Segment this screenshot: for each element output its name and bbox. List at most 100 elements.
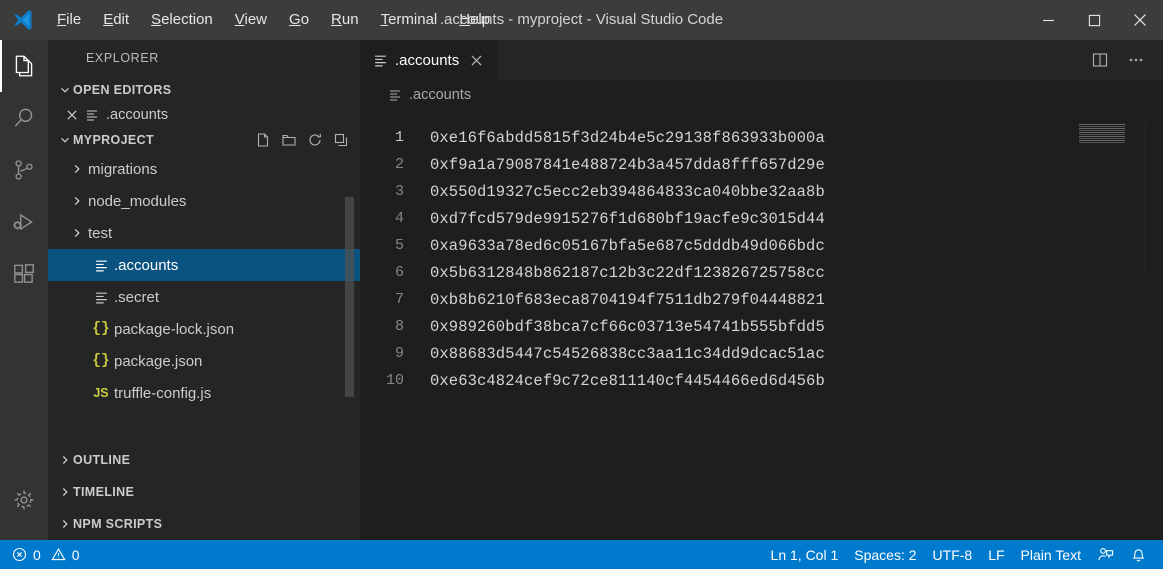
file-tree: migrations node_modules test .accounts .… — [48, 153, 360, 411]
tree-label: .secret — [114, 288, 160, 306]
section-outline-label: OUTLINE — [73, 453, 131, 467]
bell-icon — [1130, 546, 1147, 563]
tree-label: truffle-config.js — [114, 384, 212, 402]
status-feedback[interactable] — [1089, 540, 1122, 569]
tree-row-secret[interactable]: .secret — [48, 281, 360, 313]
ellipsis-icon[interactable] — [1121, 45, 1151, 75]
close-icon[interactable] — [1117, 0, 1163, 40]
activity-search-icon[interactable] — [0, 92, 48, 144]
menu-terminal[interactable]: Terminal — [370, 0, 449, 40]
chevron-right-icon — [56, 518, 73, 530]
menu-run[interactable]: Run — [320, 0, 370, 40]
collapse-all-icon[interactable] — [330, 129, 352, 151]
open-editor-item[interactable]: .accounts — [48, 103, 360, 127]
error-count: 0 — [33, 546, 41, 563]
split-editor-icon[interactable] — [1085, 45, 1115, 75]
section-open-editors-label: OPEN EDITORS — [73, 83, 172, 97]
line-content: 0xf9a1a79087841e488724b3a457dda8fff657d2… — [430, 155, 825, 174]
section-npm-scripts[interactable]: NPM SCRIPTS — [48, 508, 360, 540]
section-npm-scripts-label: NPM SCRIPTS — [73, 517, 163, 531]
line-number: 7 — [394, 291, 404, 308]
status-language-mode[interactable]: Plain Text — [1013, 540, 1089, 569]
chevron-down-icon — [56, 134, 73, 146]
tree-label: package-lock.json — [114, 320, 235, 338]
vscode-window: File Edit Selection View Go Run Terminal… — [0, 0, 1163, 569]
status-bar: 0 0 Ln 1, Col 1 Spaces: 2 UTF-8 LF Plain… — [0, 540, 1163, 569]
open-editor-label: .accounts — [106, 107, 169, 123]
line-number: 2 — [394, 156, 404, 173]
minimize-icon[interactable] — [1025, 0, 1071, 40]
breadcrumb[interactable]: .accounts — [360, 80, 1163, 110]
file-text-icon — [388, 88, 402, 102]
status-indentation[interactable]: Spaces: 2 — [846, 540, 924, 569]
line-number: 6 — [394, 264, 404, 281]
tree-row-accounts[interactable]: .accounts — [48, 249, 360, 281]
code-line: 4 0xd7fcd579de9915276f1d680bf19acfe9c301… — [360, 205, 1163, 232]
menu-go[interactable]: Go — [278, 0, 320, 40]
line-content: 0x5b6312848b862187c12b3c22df123826725758… — [430, 263, 825, 282]
tree-row-truffle-config-js[interactable]: JS truffle-config.js — [48, 377, 360, 409]
sidebar-scrollbar[interactable] — [345, 197, 354, 397]
section-open-editors[interactable]: OPEN EDITORS — [48, 77, 360, 103]
section-outline[interactable]: OUTLINE — [48, 444, 360, 476]
status-problems[interactable]: 0 0 — [10, 540, 88, 569]
activity-extensions-icon[interactable] — [0, 248, 48, 300]
line-number: 5 — [394, 237, 404, 254]
section-timeline-label: TIMELINE — [73, 485, 135, 499]
line-number: 3 — [394, 183, 404, 200]
close-icon[interactable] — [62, 109, 82, 121]
tab-accounts[interactable]: .accounts — [360, 40, 500, 80]
new-folder-icon[interactable] — [278, 129, 300, 151]
status-bar-right: Ln 1, Col 1 Spaces: 2 UTF-8 LF Plain Tex… — [763, 540, 1163, 569]
status-encoding[interactable]: UTF-8 — [925, 540, 981, 569]
tree-row-test[interactable]: test — [48, 217, 360, 249]
chevron-right-icon — [56, 454, 73, 466]
file-text-icon — [88, 290, 114, 305]
workbench-body: EXPLORER OPEN EDITORS .accounts MYPROJEC… — [0, 40, 1163, 540]
menu-view[interactable]: View — [224, 0, 278, 40]
editor-tabs-bar: .accounts — [360, 40, 1163, 80]
refresh-icon[interactable] — [304, 129, 326, 151]
activity-explorer-files-icon[interactable] — [0, 40, 48, 92]
activity-run-debug-icon[interactable] — [0, 196, 48, 248]
section-myproject[interactable]: MYPROJECT — [48, 127, 360, 153]
status-notifications[interactable] — [1122, 540, 1155, 569]
sidebar-bottom-sections: OUTLINE TIMELINE NPM SCRIPTS — [48, 444, 360, 540]
status-bar-left: 0 0 — [0, 540, 88, 569]
status-eol[interactable]: LF — [980, 540, 1012, 569]
tree-row-package-lock-json[interactable]: {} package-lock.json — [48, 313, 360, 345]
close-icon[interactable] — [466, 50, 486, 70]
line-number: 10 — [385, 372, 404, 389]
maximize-icon[interactable] — [1071, 0, 1117, 40]
json-icon: {} — [92, 353, 110, 369]
menu-edit[interactable]: Edit — [92, 0, 140, 40]
new-file-icon[interactable] — [252, 129, 274, 151]
tree-label: package.json — [114, 352, 203, 370]
menu-help[interactable]: Help — [448, 0, 501, 40]
file-text-icon — [373, 53, 388, 68]
chevron-right-icon — [56, 486, 73, 498]
code-editor[interactable]: 1 0xe16f6abdd5815f3d24b4e5c29138f863933b… — [360, 110, 1163, 540]
code-line: 9 0x88683d5447c54526838cc3aa11c34dd9dcac… — [360, 340, 1163, 367]
tree-row-node-modules[interactable]: node_modules — [48, 185, 360, 217]
menu-selection[interactable]: Selection — [140, 0, 224, 40]
line-content: 0x550d19327c5ecc2eb394864833ca040bbe32aa… — [430, 182, 825, 201]
editor-scrollbar[interactable] — [1145, 124, 1159, 274]
code-line: 2 0xf9a1a79087841e488724b3a457dda8fff657… — [360, 151, 1163, 178]
activity-manage-gear-icon[interactable] — [0, 474, 48, 526]
line-number: 4 — [394, 210, 404, 227]
status-cursor-position[interactable]: Ln 1, Col 1 — [763, 540, 847, 569]
tree-row-package-json[interactable]: {} package.json — [48, 345, 360, 377]
activity-source-control-icon[interactable] — [0, 144, 48, 196]
explorer-sidebar: EXPLORER OPEN EDITORS .accounts MYPROJEC… — [48, 40, 360, 540]
code-line: 3 0x550d19327c5ecc2eb394864833ca040bbe32… — [360, 178, 1163, 205]
menu-file[interactable]: File — [46, 0, 92, 40]
chevron-right-icon — [66, 227, 88, 239]
chevron-right-icon — [66, 163, 88, 175]
section-timeline[interactable]: TIMELINE — [48, 476, 360, 508]
line-content: 0x989260bdf38bca7cf66c03713e54741b555bfd… — [430, 317, 825, 336]
code-line: 6 0x5b6312848b862187c12b3c22df1238267257… — [360, 259, 1163, 286]
line-content: 0xb8b6210f683eca8704194f7511db279f044488… — [430, 290, 825, 309]
tree-row-migrations[interactable]: migrations — [48, 153, 360, 185]
code-line: 10 0xe63c4824cef9c72ce811140cf4454466ed6… — [360, 367, 1163, 394]
